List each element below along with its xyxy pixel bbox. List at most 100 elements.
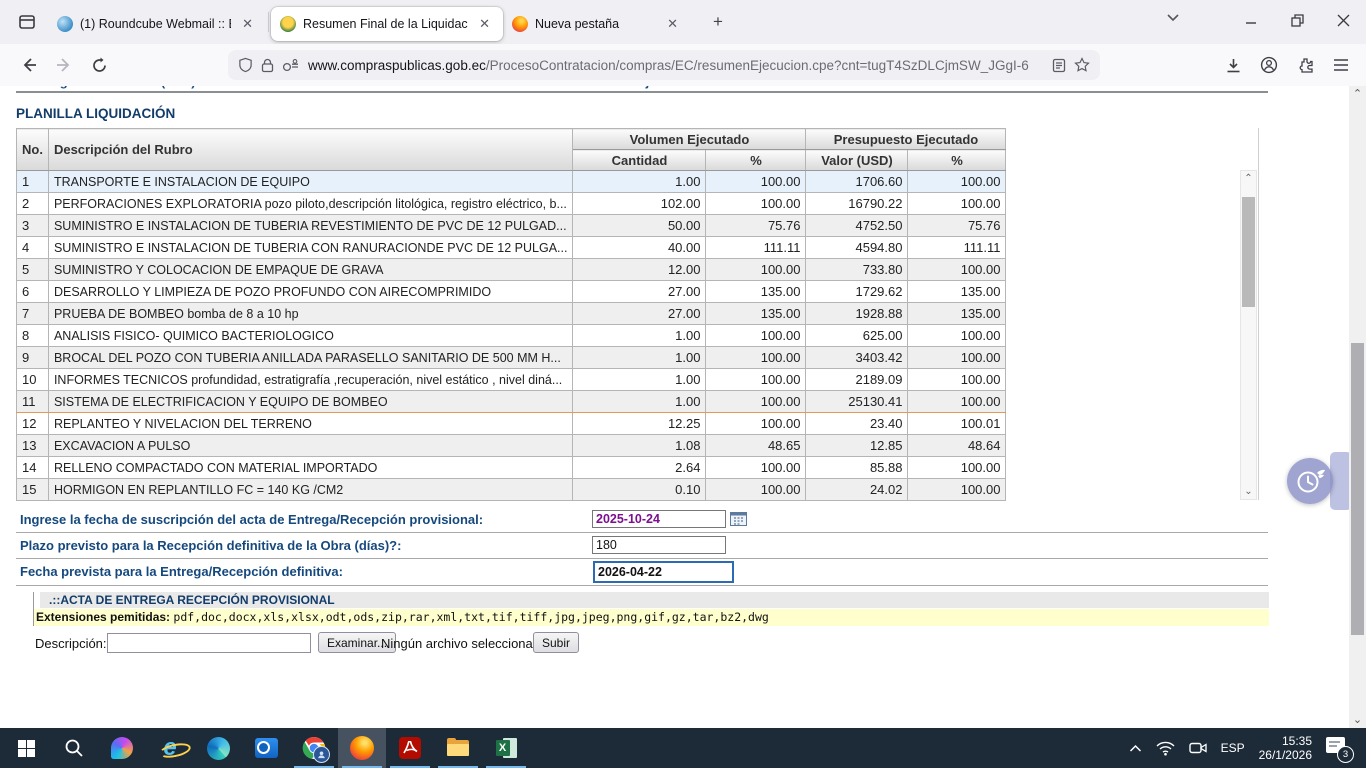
taskbar-firefox-button[interactable] — [338, 728, 386, 768]
bookmark-star-icon[interactable] — [1074, 57, 1090, 73]
page-scroll-up-icon[interactable]: ⌃ — [1349, 86, 1366, 102]
table-row[interactable]: 1TRANSPORTE E INSTALACION DE EQUIPO1.001… — [17, 171, 1006, 193]
minimize-button[interactable] — [1228, 0, 1274, 40]
cell-desc: PRUEBA DE BOMBEO bomba de 8 a 10 hp — [48, 303, 573, 325]
close-button[interactable] — [1320, 0, 1366, 40]
table-row[interactable]: 6DESARROLLO Y LIMPIEZA DE POZO PROFUNDO … — [17, 281, 1006, 303]
downloads-icon[interactable] — [1218, 50, 1248, 80]
clock[interactable]: 15:35 26/1/2026 — [1259, 734, 1312, 762]
table-row[interactable]: 3SUMINISTRO E INSTALACION DE TUBERIA REV… — [17, 215, 1006, 237]
plazo-input[interactable] — [592, 536, 726, 554]
taskbar-acrobat-button[interactable] — [386, 728, 434, 768]
cell-valor: 4594.80 — [806, 237, 908, 259]
table-scrollbar[interactable]: ⌃ ⌄ — [1240, 170, 1257, 500]
table-row[interactable]: 11SISTEMA DE ELECTRIFICACION Y EQUIPO DE… — [17, 391, 1006, 413]
scroll-down-icon[interactable]: ⌄ — [1241, 484, 1256, 499]
url-bar[interactable]: www.compraspublicas.gob.ec/ProcesoContra… — [228, 50, 1100, 80]
taskbar-copilot-button[interactable] — [98, 728, 146, 768]
table-scrollbar-thumb[interactable] — [1242, 197, 1255, 307]
no-file-text: Ningún archivo seleccionado. — [381, 636, 551, 651]
tab-nueva-pestana[interactable]: Nueva pestaña ✕ — [503, 7, 691, 41]
col-header-no: No. — [17, 129, 49, 171]
table-row[interactable]: 15HORMIGON EN REPLANTILLO FC = 140 KG /C… — [17, 479, 1006, 501]
permissions-icon[interactable] — [282, 59, 300, 72]
meet-now-icon[interactable] — [1189, 741, 1207, 755]
descripcion-input[interactable] — [107, 633, 311, 653]
table-row[interactable]: 13EXCAVACION A PULSO1.0848.6512.8548.64 — [17, 435, 1006, 457]
cell-no: 14 — [17, 457, 49, 479]
copilot-icon — [111, 737, 133, 759]
tab-close-icon[interactable]: ✕ — [663, 14, 682, 34]
taskbar-ie-button[interactable]: e — [146, 728, 194, 768]
url-text[interactable]: www.compraspublicas.gob.ec/ProcesoContra… — [308, 58, 1044, 73]
cell-pct1: 100.00 — [706, 479, 806, 501]
cell-pct1: 100.00 — [706, 325, 806, 347]
lock-icon[interactable] — [261, 58, 274, 73]
cell-valor: 4752.50 — [806, 215, 908, 237]
reload-icon[interactable] — [84, 50, 114, 80]
list-all-tabs-icon[interactable] — [1166, 10, 1180, 24]
taskbar-excel-button[interactable]: X — [482, 728, 530, 768]
table-row[interactable]: 7PRUEBA DE BOMBEO bomba de 8 a 10 hp27.0… — [17, 303, 1006, 325]
calendar-icon[interactable] — [730, 511, 748, 526]
scroll-up-icon[interactable]: ⌃ — [1241, 171, 1256, 186]
menu-icon[interactable] — [1326, 50, 1356, 80]
cell-valor: 24.02 — [806, 479, 908, 501]
cell-no: 13 — [17, 435, 49, 457]
cell-pct1: 75.76 — [706, 215, 806, 237]
table-row[interactable]: 10INFORMES TECNICOS profundidad, estrati… — [17, 369, 1006, 391]
page-scrollbar-thumb[interactable] — [1351, 343, 1364, 635]
cell-valor: 3403.42 — [806, 347, 908, 369]
prorrogas-value: 0 — [398, 86, 405, 89]
screen: (1) Roundcube Webmail :: Entra ✕ Resumen… — [0, 0, 1366, 768]
taskbar-outlook-button[interactable] — [242, 728, 290, 768]
table-row[interactable]: 8ANALISIS FISICO- QUIMICO BACTERIOLOGICO… — [17, 325, 1006, 347]
cell-cantidad: 2.64 — [573, 457, 706, 479]
tray-chevron-icon[interactable] — [1129, 744, 1142, 753]
taskbar-chrome-button[interactable] — [290, 728, 338, 768]
table-row[interactable]: 2PERFORACIONES EXPLORATORIA pozo piloto,… — [17, 193, 1006, 215]
cell-desc: SUMINISTRO E INSTALACION DE TUBERIA CON … — [48, 237, 573, 259]
table-row[interactable]: 4SUMINISTRO E INSTALACION DE TUBERIA CON… — [17, 237, 1006, 259]
table-row[interactable]: 14RELLENO COMPACTADO CON MATERIAL IMPORT… — [17, 457, 1006, 479]
language-indicator[interactable]: ESP — [1221, 741, 1245, 755]
floating-clock-widget[interactable] — [1287, 458, 1333, 504]
tab-close-icon[interactable]: ✕ — [475, 14, 494, 34]
forward-icon[interactable] — [49, 50, 79, 80]
back-icon[interactable] — [14, 50, 44, 80]
multas-value: 0.00 % — [1098, 86, 1138, 89]
taskbar-search-button[interactable] — [50, 728, 98, 768]
account-icon[interactable] — [1254, 50, 1284, 80]
page-scroll-down-icon[interactable]: ⌄ — [1349, 712, 1366, 728]
tab-resumen-liquidacion[interactable]: Resumen Final de la Liquidación ✕ — [271, 7, 503, 41]
cell-no: 10 — [17, 369, 49, 391]
notification-center-button[interactable]: 3 — [1326, 735, 1352, 761]
tracking-shield-icon[interactable] — [238, 57, 253, 73]
fecha-definitiva-input[interactable] — [593, 561, 734, 583]
file-explorer-icon — [447, 740, 469, 757]
restore-button[interactable] — [1274, 0, 1320, 40]
extensions-icon[interactable] — [1290, 50, 1320, 80]
fecha-suscripcion-input[interactable] — [592, 510, 726, 528]
start-button[interactable] — [2, 728, 50, 768]
taskbar-edge-button[interactable] — [194, 728, 242, 768]
group-header-presupuesto: Presupuesto Ejecutado — [806, 129, 1006, 150]
table-row[interactable]: 5SUMINISTRO Y COLOCACION DE EMPAQUE DE G… — [17, 259, 1006, 281]
firefox-view-icon[interactable] — [14, 9, 40, 35]
tab-label: (1) Roundcube Webmail :: Entra — [80, 17, 231, 31]
table-row[interactable]: 12REPLANTEO Y NIVELACION DEL TERRENO12.2… — [17, 413, 1006, 435]
form-row-fecha-suscripcion: Ingrese la fecha de suscripción del acta… — [16, 507, 1268, 533]
page-scrollbar[interactable]: ⌃ ⌄ — [1349, 86, 1366, 728]
chrome-profile-badge — [313, 746, 330, 763]
tab-close-icon[interactable]: ✕ — [238, 14, 257, 34]
table-row[interactable]: 9BROCAL DEL POZO CON TUBERIA ANILLADA PA… — [17, 347, 1006, 369]
table-scroll-boundary — [1258, 128, 1259, 500]
cell-pct1: 135.00 — [706, 303, 806, 325]
tab-roundcube[interactable]: (1) Roundcube Webmail :: Entra ✕ — [48, 7, 266, 41]
taskbar-explorer-button[interactable] — [434, 728, 482, 768]
wifi-icon[interactable] — [1156, 741, 1175, 756]
cell-desc: PERFORACIONES EXPLORATORIA pozo piloto,d… — [48, 193, 573, 215]
reader-mode-icon[interactable] — [1052, 58, 1066, 73]
new-tab-button[interactable]: + — [705, 10, 731, 34]
subir-button[interactable]: Subir — [533, 632, 579, 653]
